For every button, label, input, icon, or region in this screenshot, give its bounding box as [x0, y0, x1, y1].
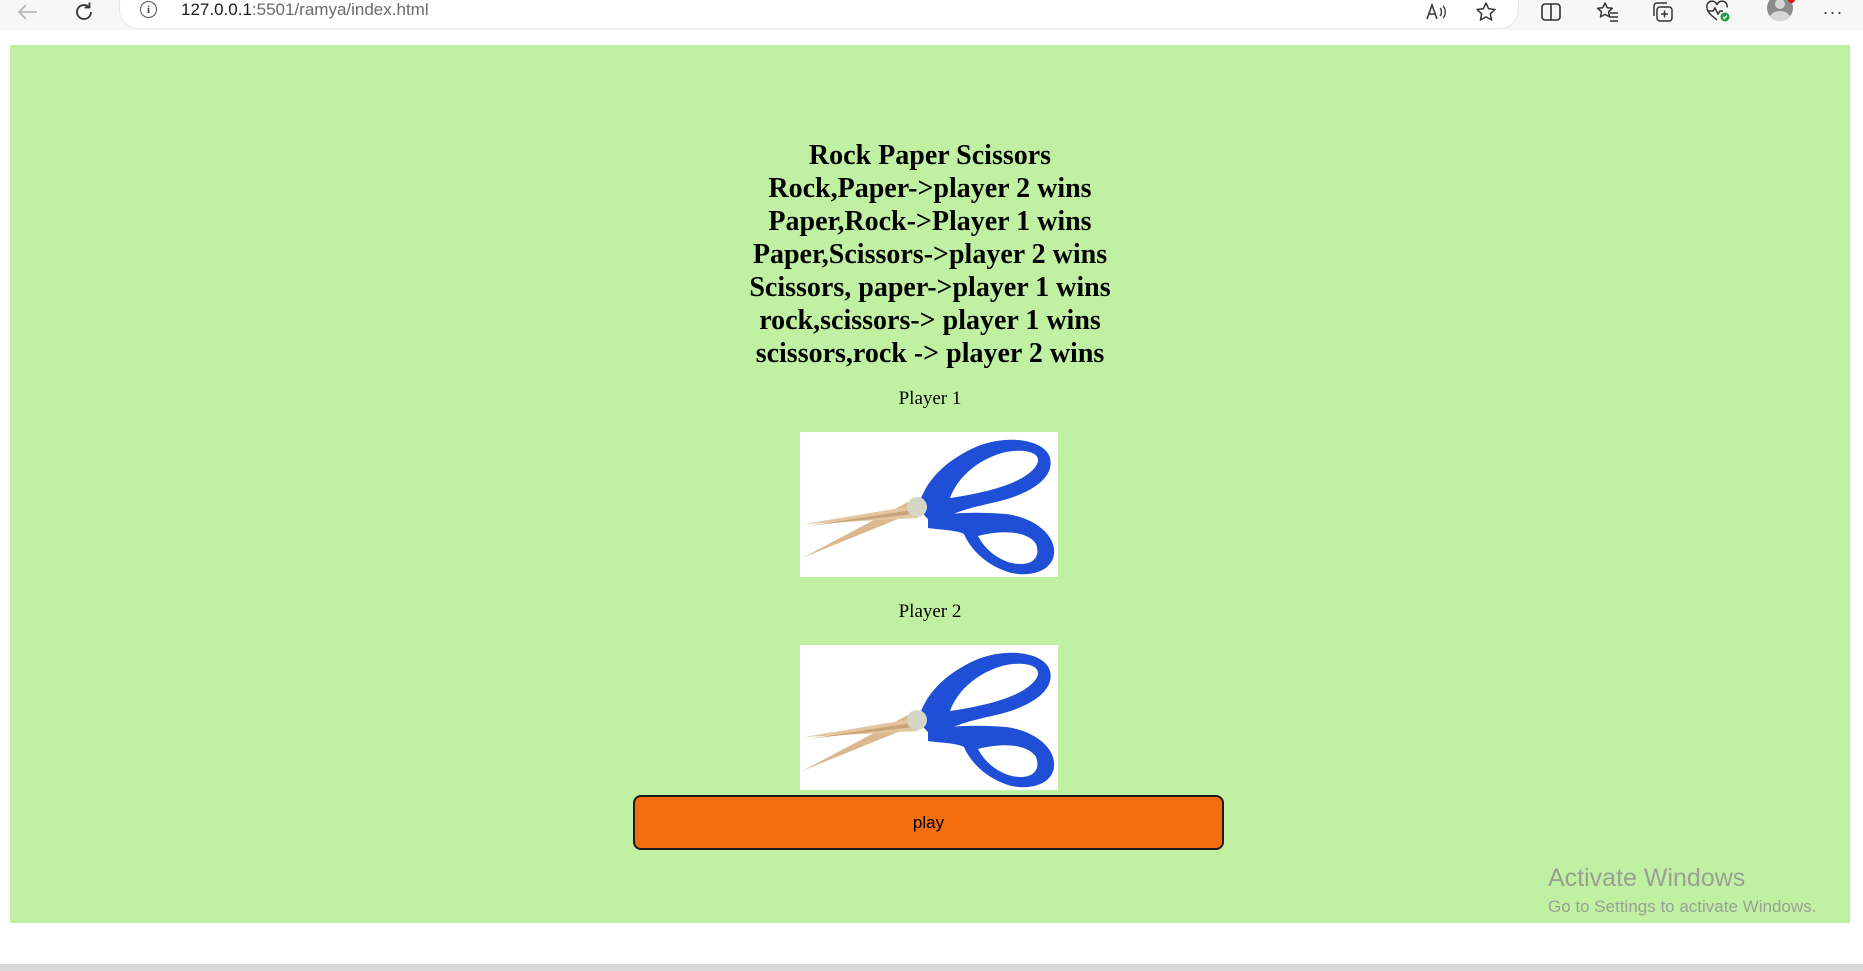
performance-icon[interactable] [1700, 0, 1736, 24]
activate-windows-watermark: Activate Windows Go to Settings to activ… [1548, 863, 1816, 919]
scissors-icon [802, 439, 1055, 575]
watermark-title: Activate Windows [1548, 864, 1746, 892]
page-viewport: Rock Paper Scissors Rock,Paper->player 2… [10, 45, 1850, 923]
refresh-icon[interactable] [66, 0, 102, 24]
rule-line: Paper,Scissors->player 2 wins [752, 239, 1108, 270]
favorites-icon[interactable] [1590, 0, 1626, 24]
url-host: 127.0.0.1 [181, 0, 252, 19]
rules-heading: Rock Paper Scissors Rock,Paper->player 2… [10, 139, 1850, 370]
browser-toolbar: i 127.0.0.1:5501/ramya/index.html ··· [0, 0, 1863, 30]
watermark-subtitle: Go to Settings to activate Windows. [1548, 897, 1817, 916]
rule-line: scissors,rock -> player 2 wins [755, 338, 1105, 369]
back-arrow-icon[interactable] [10, 0, 46, 24]
play-button[interactable]: play [633, 795, 1224, 850]
game-title: Rock Paper Scissors [808, 140, 1052, 171]
rule-line: Rock,Paper->player 2 wins [768, 173, 1092, 204]
info-icon[interactable]: i [140, 1, 157, 18]
rule-line: Paper,Rock->Player 1 wins [768, 206, 1092, 237]
collections-icon[interactable] [1645, 0, 1681, 24]
profile-avatar[interactable] [1762, 0, 1798, 24]
player2-label: Player 2 [898, 601, 962, 622]
avatar-icon [1767, 0, 1793, 21]
browser-window: i 127.0.0.1:5501/ramya/index.html ··· Ro… [0, 0, 1863, 971]
more-icon[interactable]: ··· [1815, 0, 1851, 24]
scissors-icon [802, 652, 1055, 788]
url-path: :5501/ramya/index.html [251, 0, 429, 19]
rule-line: rock,scissors-> player 1 wins [759, 305, 1101, 336]
player2-scissors-image [800, 645, 1058, 790]
player1-label: Player 1 [898, 388, 962, 409]
read-aloud-icon[interactable] [1418, 0, 1454, 24]
notification-dot [1788, 0, 1795, 3]
star-icon[interactable] [1468, 0, 1504, 24]
player1-scissors-image [800, 432, 1058, 577]
rule-line: Scissors, paper->player 1 wins [749, 272, 1111, 303]
url-text[interactable]: 127.0.0.1:5501/ramya/index.html [181, 0, 429, 20]
address-bar[interactable]: i 127.0.0.1:5501/ramya/index.html [120, 0, 1518, 28]
split-screen-icon[interactable] [1533, 0, 1569, 24]
taskbar-edge [0, 964, 1863, 971]
